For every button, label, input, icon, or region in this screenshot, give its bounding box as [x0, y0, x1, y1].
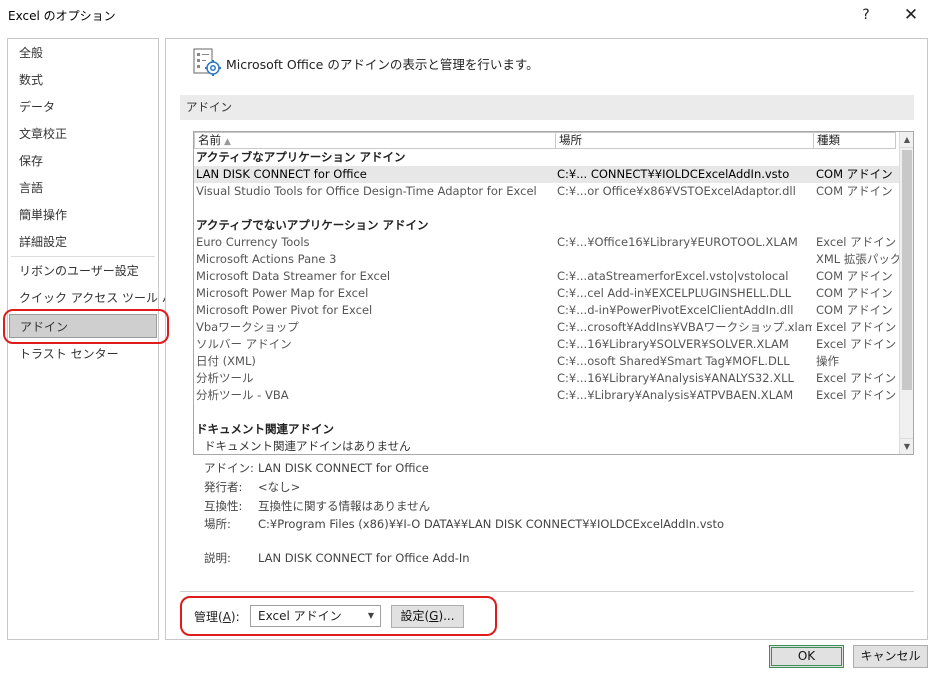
divider — [180, 591, 914, 592]
scrollbar-thumb[interactable] — [902, 150, 912, 390]
table-row[interactable]: LAN DISK CONNECT for Office C:¥... CONNE… — [194, 166, 899, 183]
nav-item-accessibility[interactable]: 簡単操作 — [9, 203, 157, 227]
nav-item-advanced[interactable]: 詳細設定 — [9, 230, 157, 254]
nav-item-formulas[interactable]: 数式 — [9, 68, 157, 92]
detail-compatibility: 互換性: 互換性に関する情報はありません — [204, 499, 431, 513]
window-title: Excel のオプション — [8, 9, 116, 23]
group-title-document: ドキュメント関連アドイン — [196, 422, 334, 436]
table-row[interactable]: Microsoft Power Pivot for Excel C:¥...d-… — [194, 302, 899, 319]
table-row[interactable]: Microsoft Data Streamer for Excel C:¥...… — [194, 268, 899, 285]
question-mark-icon[interactable]: ? — [853, 3, 879, 27]
close-icon[interactable]: ✕ — [898, 3, 924, 27]
table-row[interactable]: Euro Currency Tools C:¥...¥Office16¥Libr… — [194, 234, 899, 251]
highlight-manage-controls — [180, 596, 497, 636]
nav-divider — [11, 256, 155, 257]
column-header-type[interactable]: 種類 — [813, 132, 896, 149]
table-row[interactable]: 分析ツール C:¥...16¥Library¥Analysis¥ANALYS32… — [194, 370, 899, 387]
addins-list[interactable]: 名前 ▲ 場所 種類 アクティブなアプリケーション アドイン LAN DISK C… — [193, 131, 914, 455]
ok-button[interactable]: OK — [769, 645, 844, 668]
section-title: アドイン — [180, 95, 914, 120]
nav-item-quick-access-toolbar[interactable]: クイック アクセス ツール バー — [9, 286, 186, 310]
table-row[interactable]: ソルバー アドイン C:¥...16¥Library¥SOLVER¥SOLVER… — [194, 336, 899, 353]
addins-icon — [193, 48, 221, 76]
nav-item-data[interactable]: データ — [9, 95, 157, 119]
nav-item-customize-ribbon[interactable]: リボンのユーザー設定 — [9, 259, 157, 283]
list-header: 名前 ▲ 場所 種類 — [194, 132, 898, 149]
table-row[interactable]: Vbaワークショップ C:¥...crosoft¥AddIns¥VBAワークショ… — [194, 319, 899, 336]
table-row[interactable]: 分析ツール - VBA C:¥...¥Library¥Analysis¥ATPV… — [194, 387, 899, 404]
table-row[interactable]: Microsoft Power Map for Excel C:¥...cel … — [194, 285, 899, 302]
sort-ascending-icon: ▲ — [224, 137, 231, 147]
addins-panel: Microsoft Office のアドインの表示と管理を行います。 アドイン … — [165, 38, 928, 640]
nav-item-save[interactable]: 保存 — [9, 149, 157, 173]
table-row[interactable]: Microsoft Actions Pane 3 XML 拡張パック — [194, 251, 899, 268]
nav-item-proofing[interactable]: 文章校正 — [9, 122, 157, 146]
detail-publisher: 発行者: <なし> — [204, 480, 301, 494]
title-bar: Excel のオプション ? ✕ — [0, 0, 935, 30]
detail-description: 説明: LAN DISK CONNECT for Office Add-In — [204, 551, 470, 565]
scroll-up-icon[interactable]: ▲ — [900, 132, 913, 148]
nav-item-language[interactable]: 言語 — [9, 176, 157, 200]
column-header-name[interactable]: 名前 ▲ — [194, 132, 556, 149]
list-scrollbar[interactable]: ▲ ▼ — [899, 132, 913, 454]
group-title-active: アクティブなアプリケーション アドイン — [196, 150, 406, 164]
group-title-inactive: アクティブでないアプリケーション アドイン — [196, 218, 429, 232]
highlight-addins-nav — [3, 309, 169, 344]
column-header-location[interactable]: 場所 — [555, 132, 814, 149]
nav-item-general[interactable]: 全般 — [9, 41, 157, 65]
table-row[interactable]: Visual Studio Tools for Office Design-Ti… — [194, 183, 899, 200]
scroll-down-icon[interactable]: ▼ — [900, 438, 913, 454]
detail-location: 場所: C:¥Program Files (x86)¥¥I-O DATA¥¥LAN… — [204, 517, 725, 531]
panel-description: Microsoft Office のアドインの表示と管理を行います。 — [226, 57, 539, 72]
detail-addin: アドイン: LAN DISK CONNECT for Office — [204, 461, 429, 475]
cancel-button[interactable]: キャンセル — [853, 645, 928, 668]
empty-group-text: ドキュメント関連アドインはありません — [204, 439, 411, 453]
nav-item-trust-center[interactable]: トラスト センター — [9, 342, 157, 366]
table-row[interactable]: 日付 (XML) C:¥...osoft Shared¥Smart Tag¥MO… — [194, 353, 899, 370]
table-row[interactable] — [194, 404, 899, 421]
